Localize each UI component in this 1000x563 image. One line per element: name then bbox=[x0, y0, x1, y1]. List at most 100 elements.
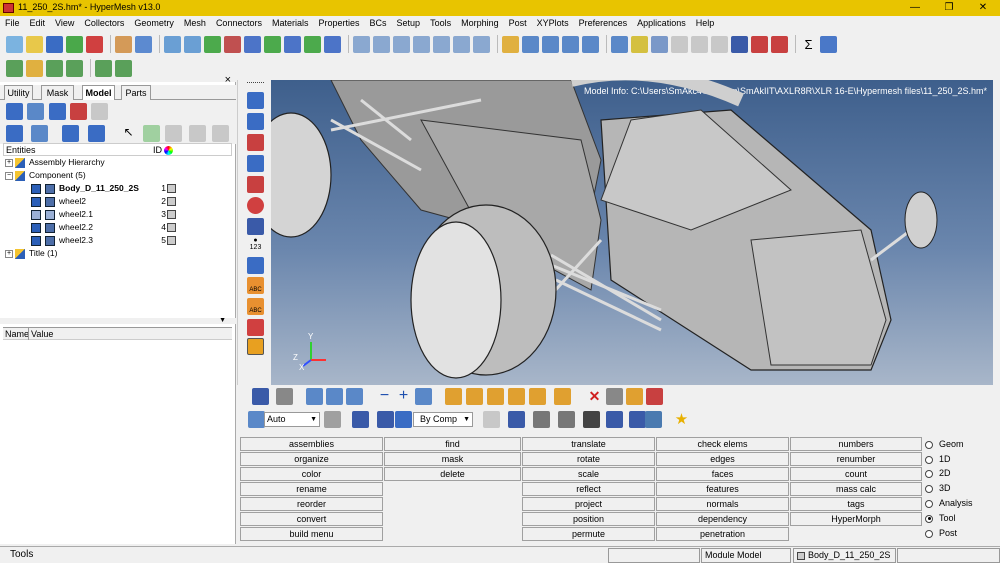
menu-preferences[interactable]: Preferences bbox=[574, 16, 633, 30]
tree-row-wheel2[interactable]: wheel2 2 bbox=[3, 195, 178, 208]
component-color-swatch[interactable] bbox=[167, 236, 176, 245]
tab-parts[interactable]: Parts bbox=[121, 85, 151, 100]
mask-tool-5-icon[interactable] bbox=[529, 388, 546, 405]
section-icon[interactable] bbox=[771, 35, 788, 53]
browser-tool-1-icon[interactable] bbox=[6, 103, 23, 120]
mask-tool-3-icon[interactable] bbox=[487, 388, 504, 405]
tags-button[interactable]: tags bbox=[790, 497, 922, 511]
permute-button[interactable]: permute bbox=[522, 527, 655, 541]
batch-icon[interactable] bbox=[46, 59, 63, 77]
menu-edit[interactable]: Edit bbox=[25, 16, 51, 30]
script-icon[interactable] bbox=[66, 59, 83, 77]
menu-morphing[interactable]: Morphing bbox=[456, 16, 504, 30]
summary-icon[interactable] bbox=[6, 59, 23, 77]
isometric-view-icon[interactable] bbox=[324, 35, 341, 53]
radio-geom[interactable]: Geom bbox=[925, 437, 964, 451]
mask-tool-1-icon[interactable] bbox=[445, 388, 462, 405]
rotate-button[interactable]: rotate bbox=[522, 452, 655, 466]
label-abc-2-icon[interactable]: ABC bbox=[247, 298, 264, 315]
line-style-2-icon[interactable] bbox=[558, 411, 575, 428]
open-model-icon[interactable] bbox=[26, 35, 43, 53]
color-mode-dropdown[interactable]: By Comp ▼ bbox=[413, 412, 473, 427]
menu-help[interactable]: Help bbox=[691, 16, 720, 30]
component-color-swatch[interactable] bbox=[167, 197, 176, 206]
star-icon[interactable]: ★ bbox=[673, 411, 690, 428]
count-button[interactable]: count bbox=[790, 467, 922, 481]
convert-button[interactable]: convert bbox=[240, 512, 383, 526]
redo-curve-icon[interactable] bbox=[346, 388, 363, 405]
tab-mask[interactable]: Mask bbox=[41, 85, 74, 100]
value-column-label[interactable]: Value bbox=[31, 329, 53, 339]
tree-row-wheel2-3[interactable]: wheel2.3 5 bbox=[3, 234, 178, 247]
view-yz-left-icon[interactable] bbox=[304, 35, 321, 53]
tool-gray-icon[interactable] bbox=[606, 388, 623, 405]
mask-tool-2-icon[interactable] bbox=[466, 388, 483, 405]
line-icon[interactable] bbox=[631, 35, 648, 53]
vtool-9-icon[interactable] bbox=[247, 319, 264, 336]
tree-row-wheel2-2[interactable]: wheel2.2 4 bbox=[3, 221, 178, 234]
label-abc-1-icon[interactable]: ABC bbox=[247, 277, 264, 294]
monitor-icon[interactable] bbox=[645, 411, 662, 428]
organize-button[interactable]: organize bbox=[240, 452, 383, 466]
tab-utility[interactable]: Utility bbox=[4, 85, 33, 100]
display-icon-2[interactable] bbox=[542, 35, 559, 53]
numbers-toggle-icon[interactable]: ● 123 bbox=[247, 237, 264, 252]
position-button[interactable]: position bbox=[522, 512, 655, 526]
rename-button[interactable]: rename bbox=[240, 482, 383, 496]
box-icon[interactable] bbox=[691, 35, 708, 53]
export-icon[interactable] bbox=[86, 35, 103, 53]
mass-calc-button[interactable]: mass calc bbox=[790, 482, 922, 496]
sigma-step-icon[interactable] bbox=[95, 59, 112, 77]
sigma-icon[interactable] bbox=[115, 59, 132, 77]
reorder-button[interactable]: reorder bbox=[240, 497, 383, 511]
browser-tool-7-icon[interactable] bbox=[31, 125, 48, 142]
vtool-5-icon[interactable] bbox=[247, 176, 264, 193]
current-component-indicator[interactable]: Body_D_11_250_2S bbox=[793, 548, 896, 563]
cylinder-icon[interactable] bbox=[651, 35, 668, 53]
menu-bcs[interactable]: BCs bbox=[365, 16, 392, 30]
splitter-arrow-icon[interactable]: ▼ bbox=[219, 317, 226, 324]
find-button[interactable]: find bbox=[384, 437, 521, 451]
splitter[interactable]: ▼ bbox=[0, 317, 236, 324]
menu-file[interactable]: File bbox=[0, 16, 25, 30]
minus-icon[interactable]: − bbox=[376, 388, 393, 405]
surface-style-icon[interactable] bbox=[583, 411, 600, 428]
penetration-button[interactable]: penetration bbox=[656, 527, 789, 541]
radio-3d[interactable]: 3D bbox=[925, 481, 951, 495]
vtool-10-icon[interactable] bbox=[247, 338, 264, 355]
reverse-icon[interactable] bbox=[415, 388, 432, 405]
component-color-swatch[interactable] bbox=[167, 184, 176, 193]
entity-shape-icon[interactable] bbox=[324, 411, 341, 428]
by-comp-icon[interactable] bbox=[395, 411, 412, 428]
menu-setup[interactable]: Setup bbox=[392, 16, 426, 30]
assemblies-button[interactable]: assemblies bbox=[240, 437, 383, 451]
shell-style-icon[interactable] bbox=[606, 411, 623, 428]
project-button[interactable]: project bbox=[522, 497, 655, 511]
tree-row-body[interactable]: Body_D_11_250_2S 1 bbox=[3, 182, 178, 195]
clip-icon[interactable] bbox=[751, 35, 768, 53]
new-model-icon[interactable] bbox=[6, 35, 23, 53]
plus-icon[interactable]: + bbox=[395, 388, 412, 405]
view-xz-icon[interactable] bbox=[244, 35, 261, 53]
display-options-icon[interactable] bbox=[252, 388, 269, 405]
dependency-button[interactable]: dependency bbox=[656, 512, 789, 526]
collapse-icon[interactable]: − bbox=[5, 171, 13, 180]
zoom-out-icon[interactable] bbox=[373, 35, 390, 53]
zoom-window-icon[interactable] bbox=[164, 35, 181, 53]
user-icon[interactable] bbox=[115, 35, 132, 53]
translate-button[interactable]: translate bbox=[522, 437, 655, 451]
cursor-icon[interactable]: ↖ bbox=[120, 125, 137, 142]
import-icon[interactable] bbox=[66, 35, 83, 53]
view-xy-top-icon[interactable] bbox=[204, 35, 221, 53]
rotate-icon[interactable] bbox=[473, 35, 490, 53]
library-icon[interactable] bbox=[135, 35, 152, 53]
mask-button[interactable]: mask bbox=[384, 452, 521, 466]
menu-materials[interactable]: Materials bbox=[267, 16, 314, 30]
vtool-6-icon[interactable] bbox=[247, 197, 264, 214]
vtool-1-icon[interactable] bbox=[247, 92, 264, 109]
wrench-icon[interactable] bbox=[276, 388, 293, 405]
menu-geometry[interactable]: Geometry bbox=[129, 16, 179, 30]
tree-row-title[interactable]: + Title (1) bbox=[5, 247, 58, 260]
isolate-icon[interactable] bbox=[143, 125, 160, 142]
build-menu-button[interactable]: build menu bbox=[240, 527, 383, 541]
